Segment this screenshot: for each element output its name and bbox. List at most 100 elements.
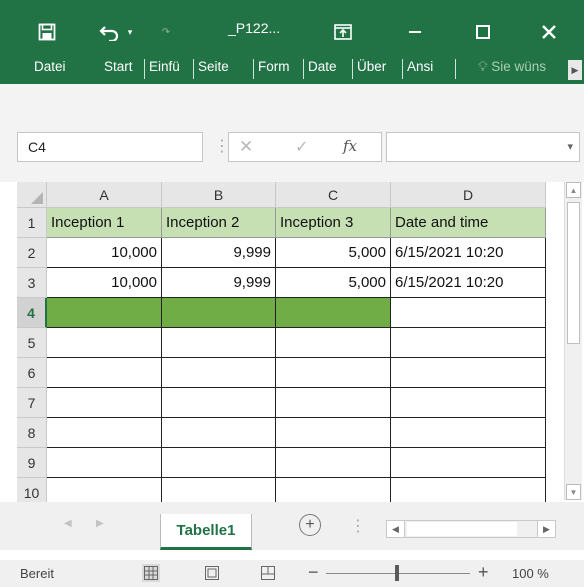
zoom-out-icon[interactable]: − [308,562,319,583]
cell-d6[interactable] [391,358,546,388]
column-header-a[interactable]: A [47,182,162,208]
cell-a4[interactable] [47,298,162,328]
page-layout-view-icon[interactable] [203,564,221,582]
cell-b9[interactable] [162,448,276,478]
cell-b7[interactable] [162,388,276,418]
zoom-slider-thumb[interactable] [395,565,399,581]
formula-input[interactable]: ▾ [386,132,580,162]
normal-view-icon[interactable] [142,564,160,582]
name-box[interactable]: C4 [17,132,203,162]
undo-dropdown-icon[interactable]: ▾ [125,21,135,43]
scroll-right-icon[interactable]: ▶ [537,521,555,537]
ribbon-scroll-right-icon[interactable]: ▶ [568,60,582,80]
vertical-scroll-thumb[interactable] [567,202,580,344]
row-header-9[interactable]: 9 [17,448,47,478]
vertical-scrollbar[interactable]: ▲ ▼ [564,182,582,500]
zoom-level[interactable]: 100 % [512,566,549,581]
ribbon-divider [253,59,254,79]
column-header-b[interactable]: B [162,182,276,208]
cell-d1[interactable]: Date and time [391,208,546,238]
cell-a2[interactable]: 10,000 [47,238,162,268]
maximize-icon[interactable] [472,21,494,43]
cell-d4[interactable] [391,298,546,328]
cell-a7[interactable] [47,388,162,418]
sheet-tab-bar: ◀ ▶ Tabelle1 + ⋮ ◀ ▶ [0,502,584,550]
cell-b4[interactable] [162,298,276,328]
cell-b2[interactable]: 9,999 [162,238,276,268]
status-bar: Bereit − + 100 % [0,560,584,587]
row-header-7[interactable]: 7 [17,388,47,418]
row-header-4[interactable]: 4 [17,298,47,328]
horizontal-scroll-thumb[interactable] [407,522,517,536]
tell-me-search[interactable]: 💡︎ Sie wüns [478,59,570,75]
undo-icon[interactable] [98,21,122,43]
row-header-2[interactable]: 2 [17,238,47,268]
cell-d5[interactable] [391,328,546,358]
cell-d3[interactable]: 6/15/2021 10:20 [391,268,546,298]
row-header-1[interactable]: 1 [17,208,47,238]
minimize-icon[interactable] [404,21,426,43]
redo-icon[interactable]: ↷ [160,21,172,43]
cell-a9[interactable] [47,448,162,478]
cell-a3[interactable]: 10,000 [47,268,162,298]
ribbon-divider [193,59,194,79]
cell-c5[interactable] [276,328,391,358]
row-header-3[interactable]: 3 [17,268,47,298]
row-header-6[interactable]: 6 [17,358,47,388]
horizontal-scrollbar[interactable]: ◀ ▶ [386,520,556,538]
sheet-prev-icon[interactable]: ◀ [64,518,72,529]
sheet-splitter-icon[interactable]: ⋮ [350,516,366,536]
cell-d9[interactable] [391,448,546,478]
tab-einfuegen[interactable]: Einfü [149,59,189,74]
tab-seitenlayout[interactable]: Seite [198,59,238,74]
save-icon[interactable] [36,21,58,43]
cell-c1[interactable]: Inception 3 [276,208,391,238]
sheet-tab-tabelle1[interactable]: Tabelle1 [160,514,252,550]
cell-a8[interactable] [47,418,162,448]
cell-d7[interactable] [391,388,546,418]
sheet-next-icon[interactable]: ▶ [96,518,104,529]
insert-function-icon[interactable]: fx [343,137,357,155]
cell-c6[interactable] [276,358,391,388]
tab-formeln[interactable]: Form [258,59,298,74]
cell-b8[interactable] [162,418,276,448]
scroll-down-icon[interactable]: ▼ [566,484,581,500]
add-sheet-icon[interactable]: + [299,514,321,536]
cell-b6[interactable] [162,358,276,388]
cell-a6[interactable] [47,358,162,388]
cancel-icon[interactable]: ✕ [239,137,253,157]
scroll-up-icon[interactable]: ▲ [566,182,581,198]
cell-d2[interactable]: 6/15/2021 10:20 [391,238,546,268]
cell-c7[interactable] [276,388,391,418]
cell-c8[interactable] [276,418,391,448]
row-header-5[interactable]: 5 [17,328,47,358]
enter-icon[interactable]: ✓ [295,137,308,157]
cell-c3[interactable]: 5,000 [276,268,391,298]
cell-c9[interactable] [276,448,391,478]
cell-a1[interactable]: Inception 1 [47,208,162,238]
cell-b1[interactable]: Inception 2 [162,208,276,238]
ribbon-divider [352,59,353,79]
display-options-icon[interactable] [332,21,354,43]
select-all-button[interactable] [17,182,47,208]
cell-c2[interactable]: 5,000 [276,238,391,268]
cell-b3[interactable]: 9,999 [162,268,276,298]
tab-ansicht[interactable]: Ansi [407,59,443,74]
cell-a5[interactable] [47,328,162,358]
zoom-in-icon[interactable]: + [478,562,489,583]
tab-ueberpruefen[interactable]: Über [357,59,397,74]
cell-d8[interactable] [391,418,546,448]
scroll-left-icon[interactable]: ◀ [387,521,405,537]
tab-datei[interactable]: Datei [34,59,66,74]
column-header-c[interactable]: C [276,182,391,208]
cell-b5[interactable] [162,328,276,358]
row-header-8[interactable]: 8 [17,418,47,448]
status-text: Bereit [20,566,54,581]
cell-c4[interactable] [276,298,391,328]
page-break-view-icon[interactable] [259,564,277,582]
close-icon[interactable] [538,21,560,43]
column-header-d[interactable]: D [391,182,546,208]
tab-start[interactable]: Start [104,59,133,74]
tab-daten[interactable]: Date [308,59,348,74]
expand-formula-bar-icon[interactable]: ▾ [567,140,573,153]
